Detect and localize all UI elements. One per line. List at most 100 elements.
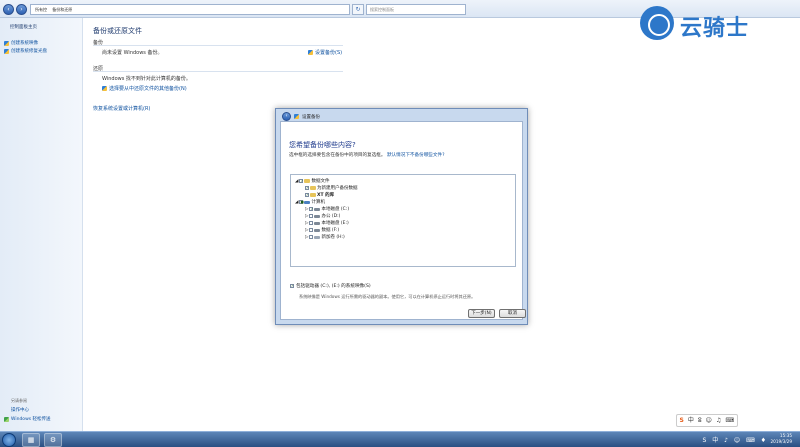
shield-icon — [102, 86, 107, 91]
sidebar-home-link[interactable]: 控制面板主页 — [10, 24, 37, 30]
drive-icon — [314, 207, 321, 211]
see-also-heading: 另请参阅 — [11, 398, 27, 403]
dialog-content: 您希望备份哪些内容? 选中框的选择要包含在备份中的项目的复选框。 默认情况下不备… — [280, 121, 523, 320]
library-icon — [304, 179, 311, 183]
forward-button[interactable]: › — [16, 4, 27, 15]
cancel-button[interactable]: 取消 — [499, 309, 526, 318]
expand-icon[interactable]: ◢ — [295, 200, 298, 205]
tree-node-data-files[interactable]: ◢ ✓ 数据文件 — [295, 178, 330, 185]
divider — [93, 45, 343, 46]
checkbox[interactable]: ✓ — [305, 193, 309, 197]
dialog-subtitle-text: 选中框的选择要包含在备份中的项目的复选框。 — [289, 153, 386, 158]
expand-icon[interactable]: ▷ — [305, 235, 308, 240]
sidebar-item-label: Windows 轻松传送 — [11, 417, 51, 422]
search-input[interactable]: 搜索控制面板 — [366, 4, 466, 15]
library-icon — [310, 193, 316, 197]
shield-icon — [4, 48, 9, 54]
tree-node-drive-c[interactable]: ▷ ✓ 本地磁盘 (C:) — [305, 206, 350, 213]
shield-icon — [308, 50, 313, 55]
expand-icon[interactable]: ▷ — [305, 228, 308, 233]
keyboard-icon[interactable]: ⌨ — [725, 415, 734, 426]
restore-other-backup-link[interactable]: 选择要从中还原文件的其他备份(N) — [102, 85, 187, 92]
taskbar-control-panel-icon[interactable]: ⚙ — [44, 433, 62, 447]
restore-link-label: 选择要从中还原文件的其他备份(N) — [109, 86, 187, 92]
breadcrumb-backup[interactable]: 备份和还原 — [52, 7, 72, 12]
sogou-icon[interactable]: S — [680, 415, 684, 426]
system-tray[interactable]: S 中 ♪ ☺ ⌨ ♦ — [703, 435, 768, 444]
ime-mode[interactable]: 中 — [688, 415, 694, 426]
taskbar: ▦ ⚙ S 中 ♪ ☺ ⌨ ♦ 15:35 2019/3/29 — [0, 431, 800, 447]
system-image-checkbox[interactable]: ✓ — [290, 284, 294, 288]
next-button[interactable]: 下一步(N) — [468, 309, 495, 318]
start-button[interactable] — [2, 433, 16, 447]
clock-date: 2019/3/29 — [770, 439, 792, 444]
ime-toolbar[interactable]: S 中 ⵓ ☺ ♫ ⌨ — [675, 414, 738, 427]
drive-icon — [314, 214, 321, 218]
backup-status: 尚未设置 Windows 备份。 — [102, 50, 163, 56]
tree-node-label: 数据文件 — [311, 179, 330, 184]
sidebar-item-create-image[interactable]: 创建系统映像 — [4, 40, 38, 46]
setup-backup-dialog: ‹ 设置备份 您希望备份哪些内容? 选中框的选择要包含在备份中的项目的复选框。 … — [275, 108, 528, 325]
clock[interactable]: 15:35 2019/3/29 — [771, 433, 792, 445]
sidebar-item-label: 创建系统映像 — [11, 41, 38, 46]
checkbox[interactable]: ✓ — [309, 207, 314, 211]
tree-node-drive-e[interactable]: ▷ 本地磁盘 (E:) — [305, 220, 349, 227]
tree-node-label: XT 的库 — [317, 193, 335, 198]
watermark-text: 云骑士 — [680, 16, 750, 41]
sidebar: 控制面板主页 创建系统映像 创建系统修复光盘 另请参阅 操作中心 Windows… — [0, 18, 83, 431]
checkbox[interactable]: ✓ — [305, 186, 309, 190]
expand-icon[interactable]: ▷ — [305, 207, 308, 212]
users-icon — [310, 186, 316, 190]
divider — [93, 71, 343, 72]
tree-node-label: 为新建用户备份数据 — [317, 186, 358, 191]
restore-status: Windows 找不到针对此计算机的备份。 — [102, 76, 191, 82]
shield-icon — [4, 40, 9, 46]
expand-icon[interactable]: ▷ — [305, 214, 308, 219]
back-button[interactable]: ‹ — [3, 4, 14, 15]
checkbox[interactable] — [309, 214, 314, 218]
tree-node-label: 本地磁盘 (E:) — [321, 221, 349, 226]
sidebar-item-action-center[interactable]: 操作中心 — [11, 407, 29, 413]
microphone-icon[interactable]: ♫ — [716, 415, 721, 426]
tree-node-new-users[interactable]: ✓ 为新建用户备份数据 — [305, 185, 358, 191]
computer-icon — [304, 200, 311, 204]
dialog-back-button[interactable]: ‹ — [282, 112, 291, 121]
setup-backup-link[interactable]: 设置备份(S) — [308, 49, 342, 56]
address-bar[interactable]: 所有控 备份和还原 — [30, 4, 350, 15]
checkbox[interactable]: ✓ — [299, 179, 304, 183]
tree-node-computer[interactable]: ◢ ■ 计算机 — [295, 199, 325, 206]
dialog-subtitle: 选中框的选择要包含在备份中的项目的复选框。 默认情况下不备份哪些文件? — [289, 152, 445, 158]
tree-node-label: 数据 (F:) — [321, 228, 340, 233]
expand-icon[interactable]: ◢ — [295, 179, 298, 184]
checkbox[interactable] — [309, 235, 314, 239]
breadcrumb-all[interactable]: 所有控 — [35, 7, 47, 12]
tree-node-drive-h[interactable]: ▷ 新加卷 (H:) — [305, 234, 345, 241]
tree-node-drive-f[interactable]: ▷ 数据 (F:) — [305, 227, 340, 234]
checkbox[interactable] — [309, 228, 314, 232]
transfer-icon — [4, 416, 9, 422]
system-image-description: 系统映像是 Windows 运行所需的驱动器的副本。使用它，可以在计算机停止运行… — [299, 294, 476, 299]
emoji-icon[interactable]: ☺ — [706, 415, 712, 426]
backup-icon — [294, 114, 299, 119]
system-image-option[interactable]: ✓ 包括驱动器 (C:), (E:) 的系统映像(S) — [290, 283, 371, 289]
expand-icon[interactable]: ▷ — [305, 221, 308, 226]
taskbar-explorer-icon[interactable]: ▦ — [22, 433, 40, 447]
excluded-files-link[interactable]: 默认情况下不备份哪些文件? — [387, 153, 445, 158]
sidebar-item-easy-transfer[interactable]: Windows 轻松传送 — [4, 416, 51, 422]
refresh-button[interactable]: ↻ — [352, 4, 364, 15]
dialog-heading: 您希望备份哪些内容? — [289, 141, 356, 149]
tree-node-xt-library[interactable]: ✓ XT 的库 — [305, 192, 334, 198]
tree-node-label: 本地磁盘 (C:) — [321, 207, 350, 212]
sidebar-item-repair-disc[interactable]: 创建系统修复光盘 — [4, 48, 47, 54]
dialog-caption: ‹ 设置备份 — [282, 112, 320, 121]
backup-items-tree[interactable]: ◢ ✓ 数据文件 ✓ 为新建用户备份数据 ✓ XT 的库 ◢ ■ 计算机 ▷ ✓… — [290, 174, 516, 267]
punctuation-icon[interactable]: ⵓ — [698, 415, 702, 426]
drive-icon — [314, 235, 321, 239]
checkbox[interactable]: ■ — [299, 200, 304, 204]
dialog-caption-text: 设置备份 — [302, 114, 320, 120]
checkbox[interactable] — [309, 221, 314, 225]
tree-node-drive-d[interactable]: ▷ 办公 (D:) — [305, 213, 340, 220]
page-title: 备份或还原文件 — [93, 27, 142, 35]
sidebar-item-label: 创建系统修复光盘 — [11, 49, 47, 54]
recover-system-link[interactable]: 恢复系统设置或计算机(R) — [93, 105, 150, 112]
